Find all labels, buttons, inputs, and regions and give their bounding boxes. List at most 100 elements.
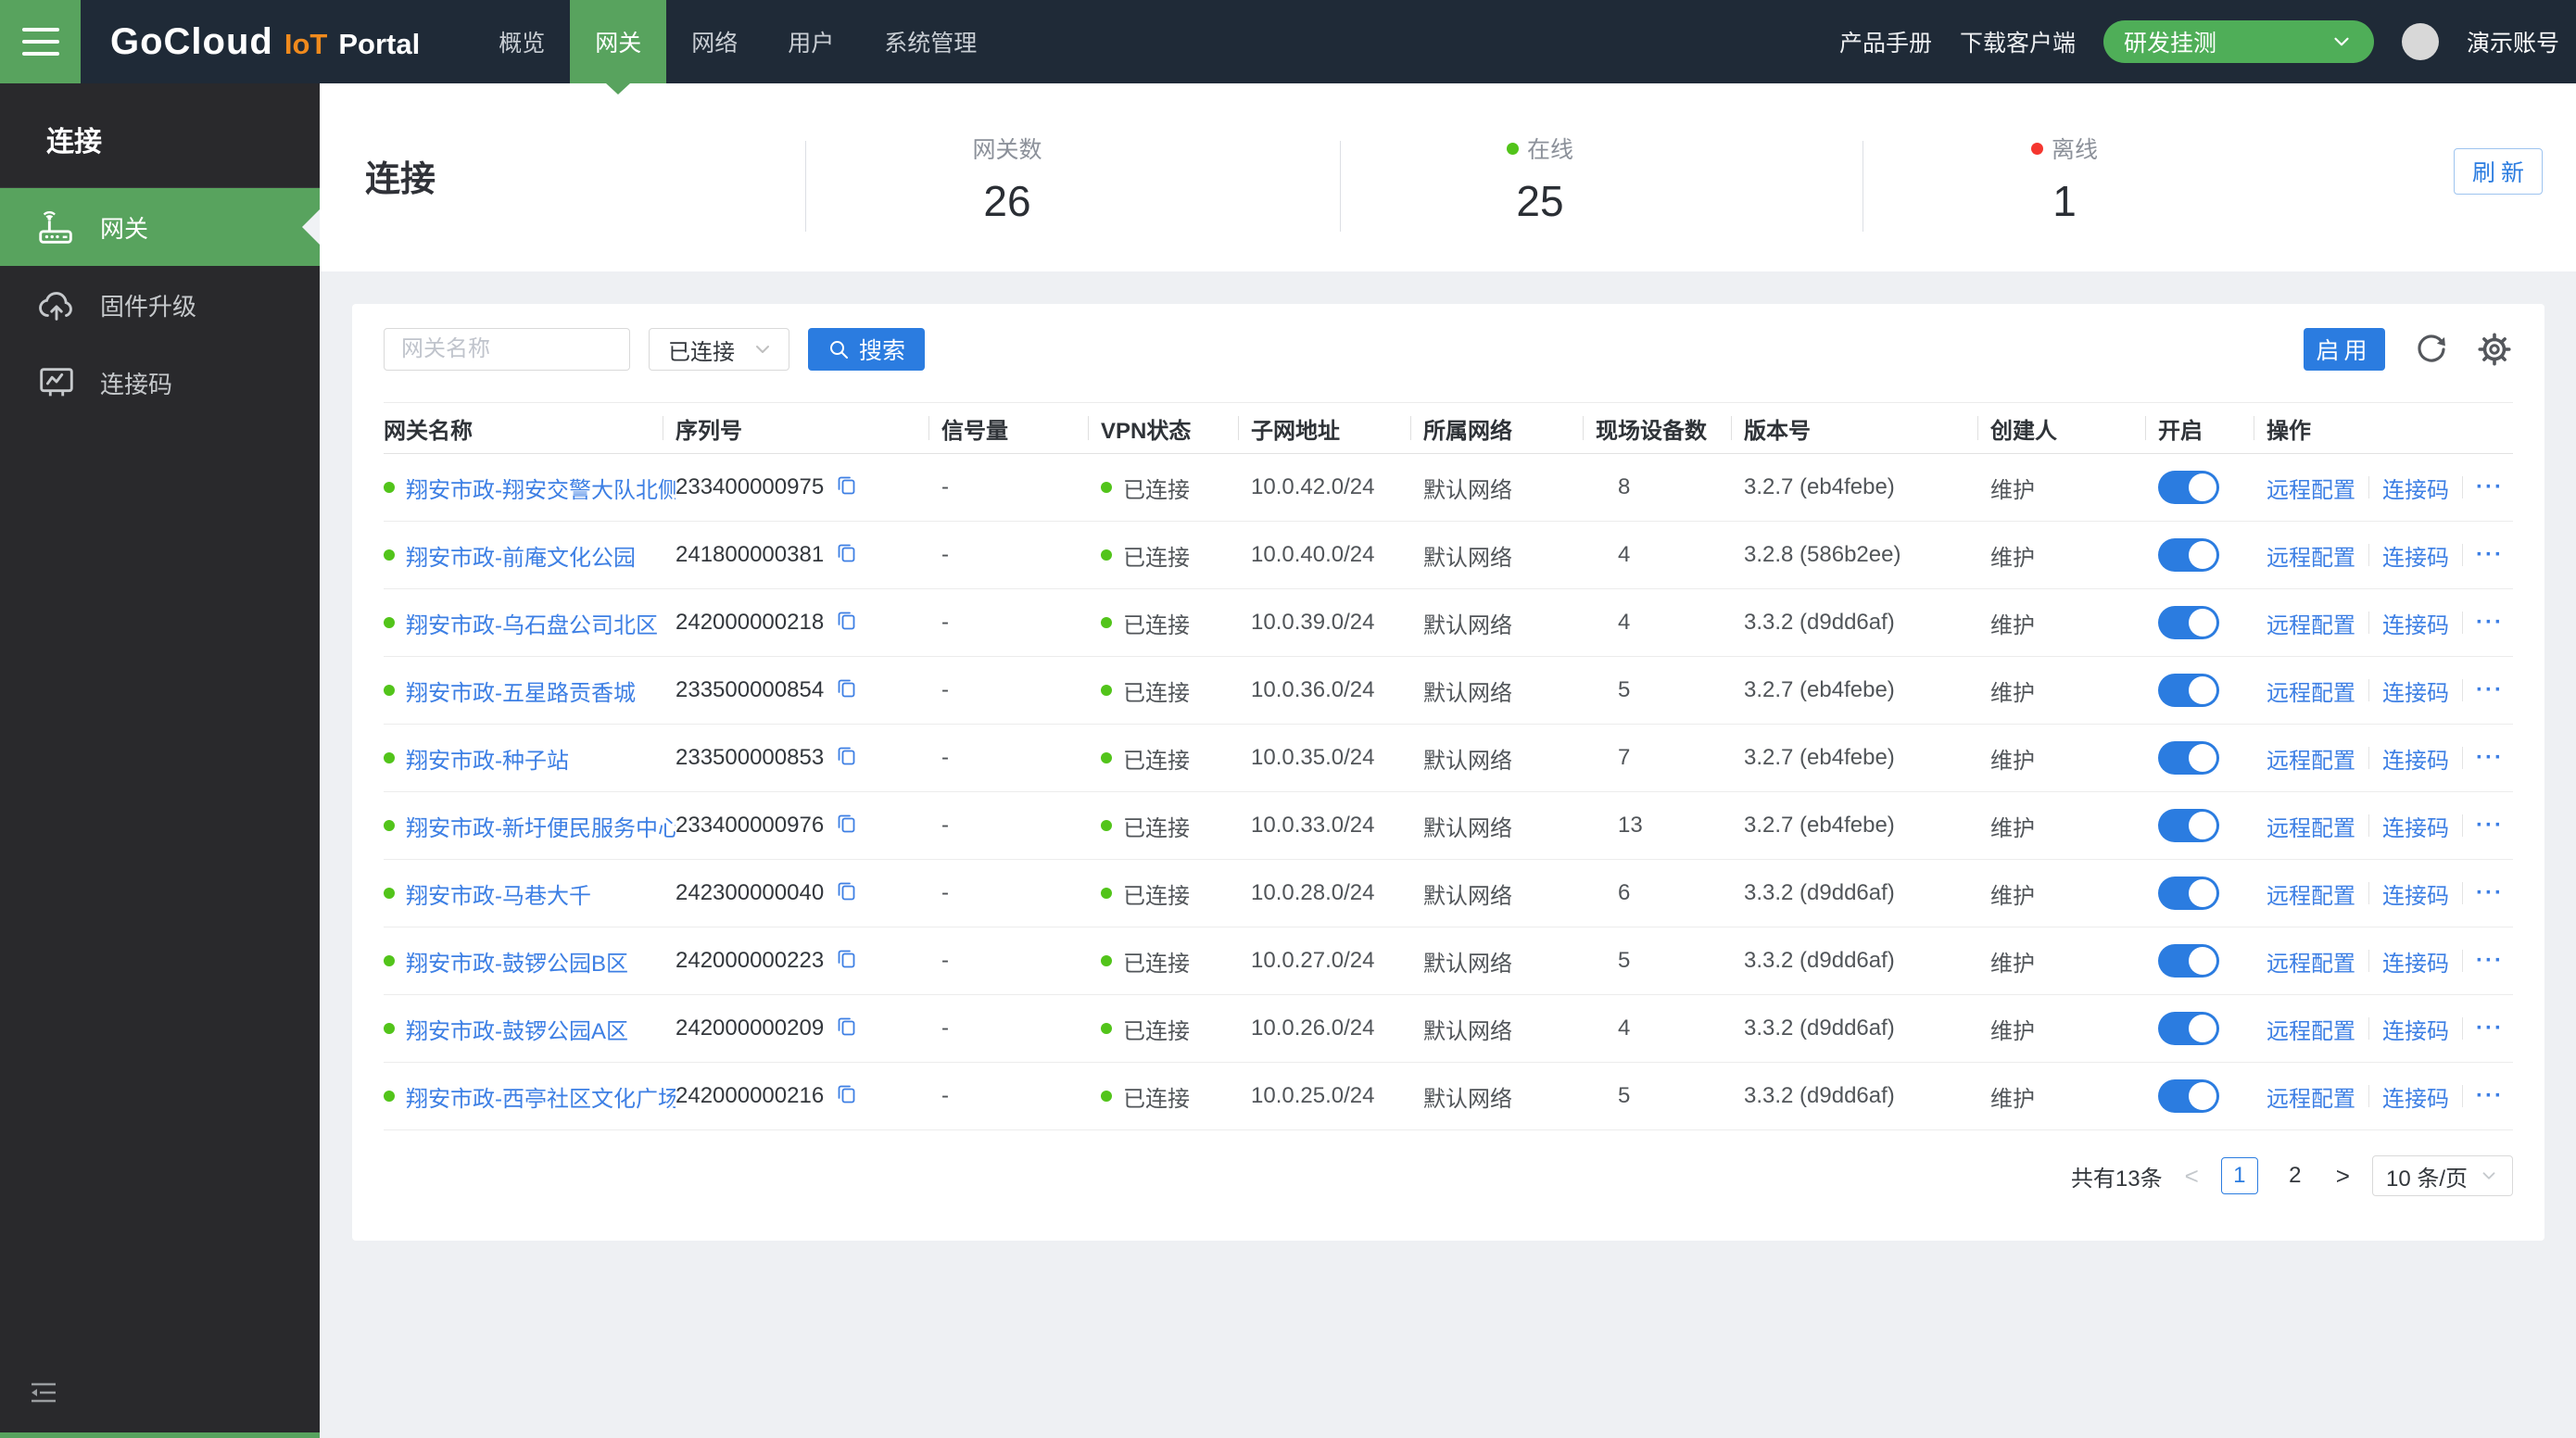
enable-toggle[interactable] xyxy=(2158,944,2219,978)
copy-icon[interactable] xyxy=(835,473,857,502)
connect-code-link[interactable]: 连接码 xyxy=(2382,675,2449,707)
copy-icon[interactable] xyxy=(835,812,857,840)
more-actions-link[interactable]: ··· xyxy=(2476,677,2504,703)
sidebar-item-firmware-upgrade[interactable]: 固件升级 xyxy=(0,266,320,344)
table-row: 翔安市政-翔安交警大队北侧 233400000975 - 已连接 10.0.42… xyxy=(384,454,2513,522)
gateway-name-input[interactable] xyxy=(384,328,630,371)
copy-icon[interactable] xyxy=(835,676,857,705)
download-client-link[interactable]: 下载客户端 xyxy=(1960,25,2076,58)
table-header-row: 网关名称 序列号 信号量 VPN状态 子网地址 所属网络 现场设备数 版本号 创… xyxy=(384,402,2513,454)
prev-page-icon[interactable]: < xyxy=(2181,1162,2203,1191)
gateway-name-link[interactable]: 翔安市政-种子站 xyxy=(406,742,569,775)
connect-code-link[interactable]: 连接码 xyxy=(2382,539,2449,572)
sidebar-collapse-icon[interactable] xyxy=(28,1378,59,1414)
more-actions-link[interactable]: ··· xyxy=(2476,542,2504,568)
copy-icon[interactable] xyxy=(835,541,857,570)
enable-toggle[interactable] xyxy=(2158,877,2219,910)
sidebar-item-connect-code[interactable]: 连接码 xyxy=(0,344,320,422)
enable-button[interactable]: 启用 xyxy=(2304,328,2385,371)
remote-config-link[interactable]: 远程配置 xyxy=(2267,1080,2355,1113)
chevron-down-icon xyxy=(2330,30,2354,54)
toggle-knob xyxy=(2189,812,2216,839)
more-actions-link[interactable]: ··· xyxy=(2476,1083,2504,1109)
nav-item-network[interactable]: 网络 xyxy=(666,0,763,83)
remote-config-link[interactable]: 远程配置 xyxy=(2267,945,2355,978)
more-actions-link[interactable]: ··· xyxy=(2476,474,2504,500)
page-size-select[interactable]: 10 条/页 xyxy=(2372,1155,2513,1196)
sidebar-item-gateway[interactable]: 网关 xyxy=(0,188,320,266)
serial-number: 242300000040 xyxy=(676,880,824,906)
enable-toggle[interactable] xyxy=(2158,1012,2219,1045)
subnet-address: 10.0.36.0/24 xyxy=(1251,677,1423,703)
connect-code-link[interactable]: 连接码 xyxy=(2382,877,2449,910)
gateway-name-link[interactable]: 翔安市政-前庵文化公园 xyxy=(406,539,636,572)
connect-code-link[interactable]: 连接码 xyxy=(2382,1080,2449,1113)
toggle-knob xyxy=(2189,947,2216,975)
gateway-name-link[interactable]: 翔安市政-新圩便民服务中心 xyxy=(406,810,676,842)
connect-code-link[interactable]: 连接码 xyxy=(2382,945,2449,978)
gear-icon[interactable] xyxy=(2478,333,2511,366)
copy-icon[interactable] xyxy=(835,744,857,773)
search-button[interactable]: 搜索 xyxy=(808,328,925,371)
connect-code-link[interactable]: 连接码 xyxy=(2382,1013,2449,1045)
remote-config-link[interactable]: 远程配置 xyxy=(2267,607,2355,639)
connect-code-link[interactable]: 连接码 xyxy=(2382,607,2449,639)
network-name: 默认网络 xyxy=(1423,810,1596,842)
gateway-name-link[interactable]: 翔安市政-翔安交警大队北侧 xyxy=(406,472,676,504)
gateway-name-link[interactable]: 翔安市政-乌石盘公司北区 xyxy=(406,607,658,639)
refresh-button[interactable]: 刷新 xyxy=(2454,148,2543,195)
copy-icon[interactable] xyxy=(835,879,857,908)
enable-toggle[interactable] xyxy=(2158,741,2219,775)
enable-toggle[interactable] xyxy=(2158,538,2219,572)
avatar[interactable] xyxy=(2402,23,2439,60)
enable-toggle[interactable] xyxy=(2158,471,2219,504)
enable-toggle[interactable] xyxy=(2158,674,2219,707)
status-select[interactable]: 已连接 xyxy=(649,328,789,371)
remote-config-link[interactable]: 远程配置 xyxy=(2267,742,2355,775)
gateway-name-link[interactable]: 翔安市政-五星路贡香城 xyxy=(406,675,636,707)
remote-config-link[interactable]: 远程配置 xyxy=(2267,877,2355,910)
connect-code-link[interactable]: 连接码 xyxy=(2382,810,2449,842)
more-actions-link[interactable]: ··· xyxy=(2476,745,2504,771)
more-actions-link[interactable]: ··· xyxy=(2476,880,2504,906)
gateway-name-link[interactable]: 翔安市政-西亭社区文化广场 xyxy=(406,1080,676,1113)
gateway-name-link[interactable]: 翔安市政-马巷大千 xyxy=(406,877,591,910)
connect-code-link[interactable]: 连接码 xyxy=(2382,472,2449,504)
copy-icon[interactable] xyxy=(835,947,857,976)
nav-item-gateway[interactable]: 网关 xyxy=(570,0,666,83)
nav-item-overview[interactable]: 概览 xyxy=(474,0,570,83)
gateway-name-link[interactable]: 翔安市政-鼓锣公园A区 xyxy=(406,1013,628,1045)
environment-select[interactable]: 研发挂测 xyxy=(2103,20,2374,63)
connect-code-link[interactable]: 连接码 xyxy=(2382,742,2449,775)
product-manual-link[interactable]: 产品手册 xyxy=(1839,25,1932,58)
signal-value: - xyxy=(941,880,1101,906)
remote-config-link[interactable]: 远程配置 xyxy=(2267,675,2355,707)
gateway-name-link[interactable]: 翔安市政-鼓锣公园B区 xyxy=(406,945,628,978)
more-actions-link[interactable]: ··· xyxy=(2476,948,2504,974)
hamburger-menu-icon[interactable] xyxy=(0,0,81,83)
remote-config-link[interactable]: 远程配置 xyxy=(2267,810,2355,842)
reload-icon[interactable] xyxy=(2415,333,2448,366)
enable-toggle[interactable] xyxy=(2158,809,2219,842)
page-number-2[interactable]: 2 xyxy=(2277,1157,2314,1194)
copy-icon[interactable] xyxy=(835,609,857,637)
next-page-icon[interactable]: > xyxy=(2332,1162,2354,1191)
gateway-status-dot xyxy=(384,752,395,763)
enable-toggle[interactable] xyxy=(2158,606,2219,639)
header-divider xyxy=(805,141,806,232)
copy-icon[interactable] xyxy=(835,1082,857,1111)
copy-icon[interactable] xyxy=(835,1015,857,1043)
page-number-1[interactable]: 1 xyxy=(2221,1157,2258,1194)
enable-toggle[interactable] xyxy=(2158,1079,2219,1113)
nav-item-system[interactable]: 系统管理 xyxy=(859,0,1002,83)
nav-item-users[interactable]: 用户 xyxy=(763,0,859,83)
more-actions-link[interactable]: ··· xyxy=(2476,813,2504,839)
more-actions-link[interactable]: ··· xyxy=(2476,1015,2504,1041)
remote-config-link[interactable]: 远程配置 xyxy=(2267,1013,2355,1045)
device-count: 4 xyxy=(1596,1015,1744,1041)
device-count: 4 xyxy=(1596,610,1744,636)
remote-config-link[interactable]: 远程配置 xyxy=(2267,472,2355,504)
more-actions-link[interactable]: ··· xyxy=(2476,610,2504,636)
pagination: 共有13条 < 1 2 > 10 条/页 xyxy=(2071,1155,2513,1196)
remote-config-link[interactable]: 远程配置 xyxy=(2267,539,2355,572)
